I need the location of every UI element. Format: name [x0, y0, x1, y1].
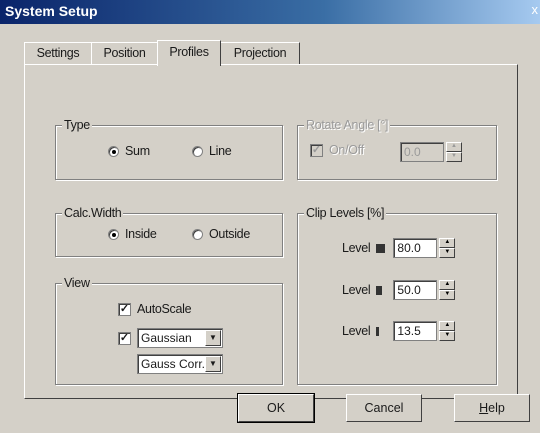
- autoscale-checkbox[interactable]: ✓ AutoScale: [118, 302, 192, 316]
- tab-projection[interactable]: Projection: [220, 42, 300, 65]
- radio-button[interactable]: [108, 145, 119, 157]
- rotate-group: Rotate Angle [°] ✓ On/Off 0.0 ▲ ▼: [297, 117, 497, 180]
- type-sum-radio[interactable]: Sum: [108, 144, 150, 158]
- spin-down-icon[interactable]: ▼: [439, 248, 456, 258]
- clip-level-1: Level 80.0 ▲ ▼: [342, 238, 456, 258]
- type-sum-label: Sum: [125, 144, 150, 158]
- level-label: Level: [342, 283, 371, 297]
- close-icon[interactable]: x: [532, 2, 539, 17]
- check-icon[interactable]: ✓: [118, 331, 131, 345]
- level-2-spinner[interactable]: ▲ ▼: [439, 280, 456, 300]
- calc-outside-label: Outside: [209, 227, 250, 241]
- help-hotkey: H: [479, 401, 489, 415]
- profile-select[interactable]: Gaussian ▼: [137, 328, 223, 348]
- rotate-legend: Rotate Angle [°]: [304, 117, 391, 133]
- clip-level-3: Level 13.5 ▲ ▼: [342, 321, 456, 341]
- dialog-body: Settings Position Profiles Projection Ty…: [0, 24, 540, 433]
- window-title: System Setup: [5, 3, 98, 19]
- radio-button[interactable]: [192, 228, 203, 240]
- tab-settings[interactable]: Settings: [24, 42, 92, 65]
- spin-up-icon[interactable]: ▲: [439, 238, 456, 248]
- profile-select-value: Gaussian: [141, 331, 192, 345]
- help-label: elp: [488, 401, 505, 415]
- radio-button[interactable]: [108, 228, 119, 240]
- type-legend: Type: [62, 117, 92, 133]
- chevron-down-icon[interactable]: ▼: [205, 330, 221, 346]
- spin-up-icon[interactable]: ▲: [446, 142, 462, 152]
- spin-down-icon[interactable]: ▼: [439, 331, 456, 341]
- radio-button[interactable]: [192, 145, 203, 157]
- level-2-icon: [376, 285, 383, 295]
- level-1-icon: [376, 243, 386, 253]
- calc-inside-radio[interactable]: Inside: [108, 227, 157, 241]
- spin-down-icon[interactable]: ▼: [446, 152, 462, 162]
- calc-outside-radio[interactable]: Outside: [192, 227, 250, 241]
- calc-inside-label: Inside: [125, 227, 157, 241]
- type-line-radio[interactable]: Line: [192, 144, 232, 158]
- check-icon[interactable]: ✓: [118, 302, 131, 316]
- spin-up-icon[interactable]: ▲: [439, 280, 456, 290]
- rotate-onoff-label: On/Off: [329, 143, 364, 157]
- spin-down-icon[interactable]: ▼: [439, 290, 456, 300]
- tab-profiles[interactable]: Profiles: [157, 40, 221, 66]
- level-3-input[interactable]: 13.5: [393, 321, 438, 341]
- clip-legend: Clip Levels [%]: [304, 205, 387, 221]
- level-1-spinner[interactable]: ▲ ▼: [439, 238, 456, 258]
- rotate-angle-row: 0.0 ▲ ▼: [400, 142, 462, 162]
- type-line-label: Line: [209, 144, 232, 158]
- profile-row: ✓ Gaussian ▼: [118, 328, 223, 348]
- level-1-input[interactable]: 80.0: [393, 238, 438, 258]
- corr-row: Gauss Corr. ▼: [137, 354, 223, 374]
- view-group: View ✓ AutoScale ✓ Gaussian ▼ Gauss Corr…: [55, 275, 283, 385]
- level-3-spinner[interactable]: ▲ ▼: [439, 321, 456, 341]
- tab-position[interactable]: Position: [91, 42, 158, 65]
- help-button[interactable]: Help: [454, 394, 530, 422]
- corr-select-value: Gauss Corr.: [141, 357, 206, 371]
- check-icon[interactable]: ✓: [310, 143, 323, 157]
- profiles-panel: Type Sum Line Calc.Width Inside Outside …: [24, 64, 518, 399]
- level-label: Level: [342, 241, 371, 255]
- level-2-input[interactable]: 50.0: [393, 280, 438, 300]
- view-legend: View: [62, 275, 92, 291]
- cancel-button[interactable]: Cancel: [346, 394, 422, 422]
- chevron-down-icon[interactable]: ▼: [205, 356, 221, 372]
- spin-up-icon[interactable]: ▲: [439, 321, 456, 331]
- rotate-angle-input[interactable]: 0.0: [400, 142, 444, 162]
- level-3-icon: [376, 326, 380, 336]
- calc-width-group: Calc.Width Inside Outside: [55, 205, 283, 257]
- title-bar: System Setup x: [0, 0, 540, 24]
- ok-button[interactable]: OK: [237, 393, 315, 423]
- calc-width-legend: Calc.Width: [62, 205, 124, 221]
- clip-levels-group: Clip Levels [%] Level 80.0 ▲ ▼ Level 50.…: [297, 205, 497, 385]
- level-label: Level: [342, 324, 371, 338]
- autoscale-label: AutoScale: [137, 302, 192, 316]
- rotate-onoff-checkbox[interactable]: ✓ On/Off: [310, 143, 364, 157]
- type-group: Type Sum Line: [55, 117, 283, 180]
- rotate-angle-spinner[interactable]: ▲ ▼: [446, 142, 462, 162]
- corr-select[interactable]: Gauss Corr. ▼: [137, 354, 223, 374]
- clip-level-2: Level 50.0 ▲ ▼: [342, 280, 456, 300]
